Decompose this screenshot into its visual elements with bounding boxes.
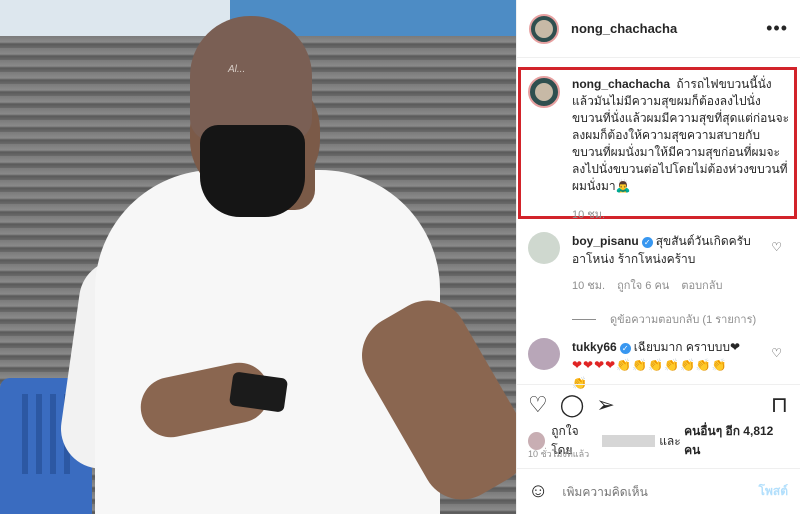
verified-badge-icon: ✓ — [641, 237, 653, 248]
likes-others[interactable]: คนอื่นๆ อีก 4,812 คน — [684, 422, 788, 460]
caption-avatar[interactable] — [528, 76, 560, 108]
comment-emoji-line: ❤❤❤❤👏👏👏👏👏👏👏 — [572, 358, 728, 372]
avatar[interactable] — [529, 13, 559, 44]
share-icon[interactable]: ➢ — [596, 393, 614, 416]
cap — [190, 16, 312, 141]
caption: nong_chachacha ถ้ารถไฟขบวนนี้นั่งแล้วมัน… — [528, 76, 790, 223]
likes-middle: และ — [659, 433, 681, 448]
caption-username[interactable]: nong_chachacha — [572, 77, 670, 91]
redacted-username — [601, 435, 656, 447]
view-replies-button[interactable]: ดูข้อความตอบกลับ (1 รายการ) — [572, 310, 788, 328]
heart-icon[interactable]: ♡ — [771, 240, 782, 254]
reply-button[interactable]: ตอบกลับ — [681, 276, 722, 294]
comment-likes[interactable]: ถูกใจ 6 คน — [617, 276, 669, 294]
comment-icon[interactable]: ◯ — [560, 393, 585, 416]
heart-icon[interactable]: ♡ — [528, 393, 548, 416]
comment-username[interactable]: boy_pisanu — [572, 234, 639, 248]
caption-body: ถ้ารถไฟขบวนนี้นั่งแล้วมันไม่มีความสุขผมก… — [572, 77, 790, 193]
avatar[interactable] — [528, 338, 560, 370]
verified-badge-icon: ✓ — [619, 343, 631, 354]
avatar[interactable] — [528, 232, 560, 264]
face-mask — [200, 125, 305, 217]
post-header: nong_chachacha ••• — [517, 0, 800, 58]
comment-time: 10 ชม. — [572, 280, 606, 292]
post-button[interactable]: โพสต์ — [759, 482, 788, 501]
header-username[interactable]: nong_chachacha — [571, 21, 766, 36]
comment-text: เฉียบมาก คราบบบ❤ — [633, 340, 740, 354]
caption-text: nong_chachacha ถ้ารถไฟขบวนนี้นั่งแล้วมัน… — [572, 76, 790, 195]
add-comment-bar: ☺ โพสต์ — [516, 468, 800, 514]
comment-username[interactable]: tukky66 — [572, 340, 617, 354]
bookmark-icon[interactable]: ⊓ — [771, 393, 788, 416]
post-photo[interactable]: Al... — [0, 0, 516, 514]
action-bar: ♡ ◯ ➢ ⊓ — [516, 384, 800, 424]
emoji-icon[interactable]: ☺ — [528, 480, 548, 503]
cap-logo: Al... — [228, 64, 246, 75]
caption-time: 10 ชม. — [572, 209, 606, 221]
comment-input[interactable] — [562, 484, 759, 499]
post-timestamp: 10 ชั่วโมงที่แล้ว — [528, 449, 590, 459]
view-replies-label: ดูข้อความตอบกลับ (1 รายการ) — [610, 314, 757, 326]
more-horizontal-icon[interactable]: ••• — [766, 18, 788, 39]
comment: boy_pisanu ✓ สุขสันต์วันเกิดครับอาโหน่ง ร้… — [528, 232, 788, 328]
heart-icon[interactable]: ♡ — [771, 346, 782, 360]
